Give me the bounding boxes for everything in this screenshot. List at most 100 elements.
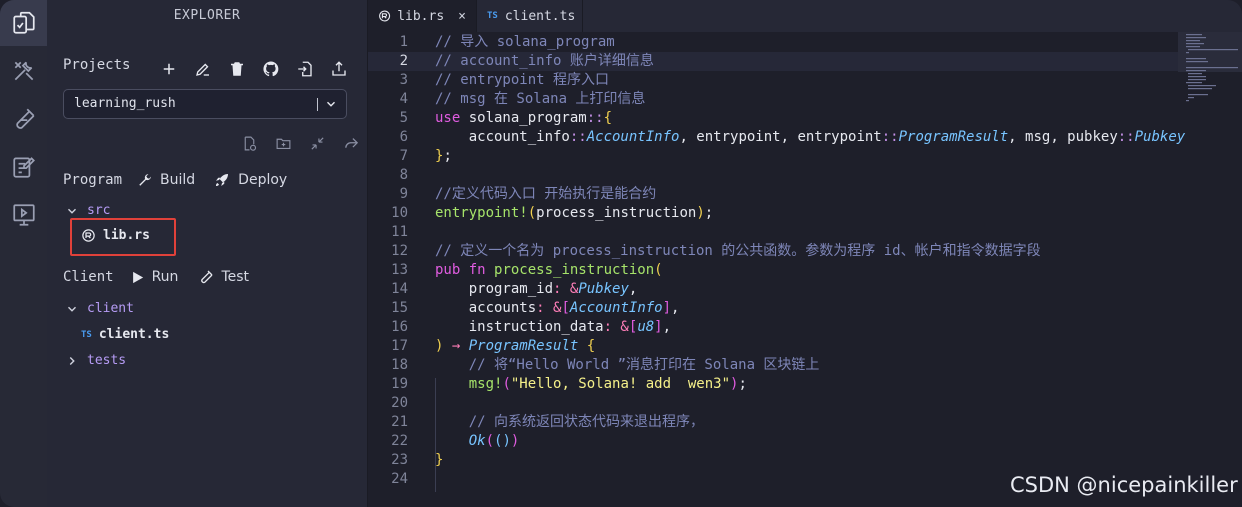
rust-icon	[379, 10, 391, 22]
code-line[interactable]: 17) → ProgramResult {	[368, 337, 1178, 356]
code-line[interactable]: 18 // 将“Hello World ”消息打印在 Solana 区块链上	[368, 356, 1178, 375]
code-line[interactable]: 8	[368, 166, 1178, 185]
code-text: program_id: &Pubkey,	[435, 280, 638, 299]
code-token: ProgramResult	[898, 129, 1009, 145]
line-number: 15	[391, 300, 408, 316]
tutorials-icon[interactable]	[0, 192, 47, 238]
code-line[interactable]: 7};	[368, 147, 1178, 166]
program-label: Program	[63, 172, 123, 188]
line-number: 20	[391, 395, 408, 411]
code-line[interactable]: 14 program_id: &Pubkey,	[368, 280, 1178, 299]
code-token: ]	[662, 300, 672, 316]
build-button[interactable]: Build	[136, 172, 195, 189]
export-icon[interactable]	[327, 57, 351, 81]
code-token: (	[485, 433, 495, 449]
folder-label: src	[87, 203, 111, 218]
code-token: AccountInfo	[569, 300, 663, 316]
close-icon[interactable]: ×	[458, 9, 466, 24]
code-line[interactable]: 16 instruction_data: &[u8],	[368, 318, 1178, 337]
highlight-box	[70, 218, 176, 256]
deploy-button[interactable]: Deploy	[213, 171, 287, 189]
code-line[interactable]: 1 // 导入 solana_program	[368, 33, 1178, 52]
tree-file-client-ts[interactable]: TS client.ts	[81, 327, 169, 342]
new-folder-icon[interactable]	[271, 131, 295, 155]
tab-lib-rs[interactable]: lib.rs ×	[368, 0, 477, 32]
test-tube-icon[interactable]	[0, 96, 47, 142]
line-number: 5	[399, 110, 408, 126]
tree-folder-src[interactable]: src	[65, 203, 110, 218]
line-number: 18	[391, 357, 408, 373]
code-line[interactable]: 10 entrypoint!(process_instruction);	[368, 204, 1178, 223]
run-button[interactable]: Run	[130, 269, 178, 285]
test-button[interactable]: Test	[198, 269, 249, 285]
client-header: Client Run Test	[63, 269, 249, 285]
code-line[interactable]: 23}	[368, 451, 1178, 470]
code-token: Pubkey	[1134, 129, 1186, 145]
code-line[interactable]: 20	[368, 394, 1178, 413]
tree-folder-tests[interactable]: tests	[65, 353, 126, 368]
project-select-value: learning_rush	[74, 96, 176, 111]
code-line[interactable]: 5 use solana_program::{	[368, 109, 1178, 128]
code-line[interactable]: 21 // 向系统返回状态代码来退出程序，	[368, 413, 1178, 432]
explorer-sidebar: EXPLORER Projects learning_rush Program	[47, 0, 368, 507]
line-number: 13	[391, 262, 408, 278]
test-tube-icon	[201, 270, 213, 284]
code-token: ,	[628, 281, 638, 297]
add-project-icon[interactable]	[157, 57, 181, 81]
project-select[interactable]: learning_rush	[63, 89, 347, 119]
code-line[interactable]: 3 // entrypoint 程序入口	[368, 71, 1178, 90]
code-line[interactable]: 12 // 定义一个名为 process_instruction 的公共函数。参数…	[368, 242, 1178, 261]
folder-label: tests	[87, 353, 127, 368]
code-token: ::	[1117, 129, 1135, 145]
code-line[interactable]: 2 // account_info 账户详细信息	[368, 52, 1178, 71]
code-editor[interactable]: 1 // 导入 solana_program 2 // account_info 账户…	[368, 32, 1242, 507]
import-icon[interactable]	[293, 57, 317, 81]
chevron-down-icon	[327, 101, 335, 107]
code-text: // 将“Hello World ”消息打印在 Solana 区块链上	[435, 356, 820, 375]
code-text: // account_info 账户详细信息	[435, 52, 654, 71]
code-text: // 定义一个名为 process_instruction 的公共函数。参数为程…	[435, 242, 1041, 261]
code-token: ]	[654, 319, 663, 335]
code-token: ;	[704, 205, 714, 221]
code-text: accounts: &[AccountInfo],	[435, 299, 680, 318]
code-token: : &	[536, 300, 562, 316]
line-number: 8	[399, 167, 408, 183]
code-token: ;	[443, 148, 452, 164]
new-file-icon[interactable]	[237, 131, 261, 155]
share-icon[interactable]	[339, 131, 363, 155]
projects-label: Projects	[63, 57, 131, 73]
explorer-icon[interactable]	[0, 0, 47, 46]
code-line[interactable]: 13 pub fn process_instruction(	[368, 261, 1178, 280]
code-token: msg!	[435, 376, 503, 392]
code-token: ,	[671, 300, 680, 316]
trash-icon[interactable]	[225, 57, 249, 81]
rename-project-icon[interactable]	[191, 57, 215, 81]
code-token: }	[435, 452, 444, 468]
line-number: 14	[391, 281, 408, 297]
code-token: ;	[738, 376, 747, 392]
tools-icon[interactable]	[0, 48, 47, 94]
github-icon[interactable]	[259, 57, 283, 81]
code-text: msg!("Hello, Solana! add wen3");	[435, 375, 747, 394]
tab-client-ts[interactable]: TS client.ts	[477, 0, 583, 32]
code-token: ProgramResult	[468, 338, 579, 354]
code-token: solana_program	[468, 110, 587, 126]
notes-icon[interactable]	[0, 144, 47, 190]
code-line[interactable]: 22 Ok(())	[368, 432, 1178, 451]
code-line[interactable]: 9 //定义代码入口 开始执行是能合约	[368, 185, 1178, 204]
code-token: : &	[553, 281, 579, 297]
minimap[interactable]	[1180, 32, 1242, 152]
play-icon	[132, 271, 143, 283]
code-line[interactable]: 15 accounts: &[AccountInfo],	[368, 299, 1178, 318]
code-line[interactable]: 4 // msg 在 Solana 上打印信息	[368, 90, 1178, 109]
chevron-down-icon	[68, 208, 76, 214]
collapse-icon[interactable]	[305, 131, 329, 155]
code-text: // 导入 solana_program	[435, 33, 615, 52]
code-text: pub fn process_instruction(	[435, 261, 663, 280]
code-line[interactable]: 19 msg!("Hello, Solana! add wen3");	[368, 375, 1178, 394]
code-line[interactable]: 11	[368, 223, 1178, 242]
code-line[interactable]: 6 account_info::AccountInfo, entrypoint,…	[368, 128, 1186, 147]
tree-folder-client[interactable]: client	[65, 301, 134, 316]
code-text: Ok(())	[435, 432, 520, 451]
code-token: ()	[494, 433, 511, 449]
